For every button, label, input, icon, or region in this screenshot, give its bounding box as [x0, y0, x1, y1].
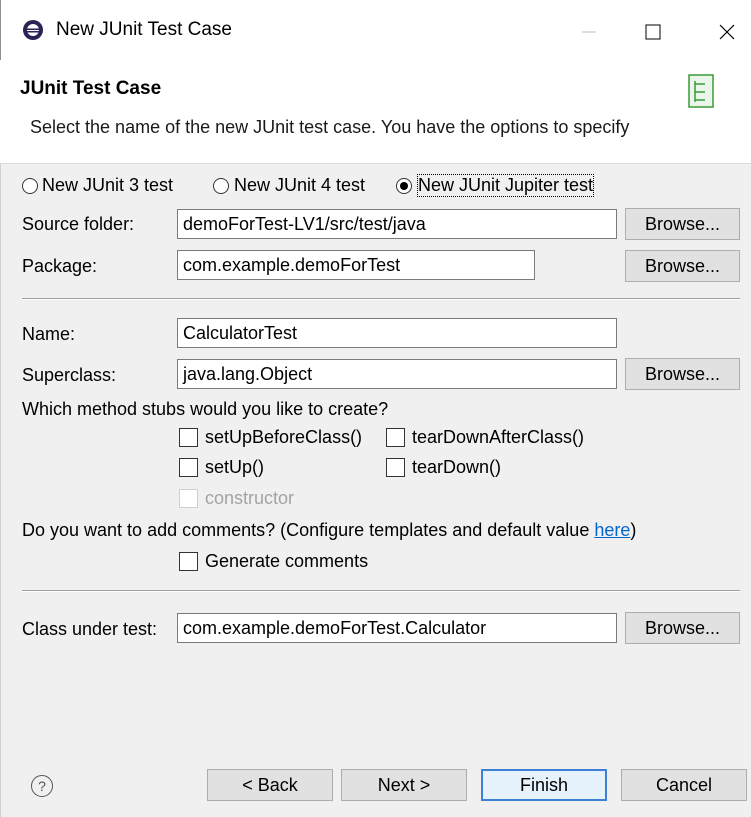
- class-under-test-browse-button[interactable]: Browse...: [625, 612, 740, 644]
- source-folder-browse-button[interactable]: Browse...: [625, 208, 740, 240]
- close-icon: [719, 24, 735, 40]
- cancel-button[interactable]: Cancel: [621, 769, 747, 801]
- finish-button[interactable]: Finish: [481, 769, 607, 801]
- setup-before-class-checkbox[interactable]: [179, 428, 198, 447]
- radio-junit3-label[interactable]: New JUnit 3 test: [42, 175, 173, 196]
- class-under-test-field[interactable]: com.example.demoForTest.Calculator: [177, 613, 617, 643]
- close-button[interactable]: [705, 14, 749, 50]
- window-title: New JUnit Test Case: [56, 19, 232, 40]
- superclass-browse-button[interactable]: Browse...: [625, 358, 740, 390]
- radio-junit-jupiter[interactable]: [396, 178, 412, 194]
- package-label: Package:: [22, 256, 98, 276]
- superclass-field[interactable]: java.lang.Object: [177, 359, 617, 389]
- package-browse-button[interactable]: Browse...: [625, 250, 740, 282]
- teardown-label[interactable]: tearDown(): [412, 457, 501, 478]
- constructor-checkbox: [179, 489, 198, 508]
- teardown-checkbox[interactable]: [386, 458, 405, 477]
- wizard-header: [0, 60, 751, 163]
- comments-question: Do you want to add comments? (Configure …: [22, 520, 636, 541]
- page-description: Select the name of the new JUnit test ca…: [30, 117, 630, 137]
- setup-checkbox[interactable]: [179, 458, 198, 477]
- setup-label[interactable]: setUp(): [205, 457, 264, 478]
- setup-before-class-label[interactable]: setUpBeforeClass(): [205, 427, 362, 448]
- minimize-icon: [582, 31, 596, 33]
- generate-comments-label[interactable]: Generate comments: [205, 551, 368, 572]
- separator: [22, 590, 740, 592]
- teardown-after-class-checkbox[interactable]: [386, 428, 405, 447]
- radio-junit-jupiter-label[interactable]: New JUnit Jupiter test: [416, 174, 595, 197]
- comments-question-end: ): [630, 520, 637, 540]
- help-icon[interactable]: ?: [31, 775, 53, 797]
- back-button[interactable]: < Back: [207, 769, 333, 801]
- source-folder-field[interactable]: demoForTest-LV1/src/test/java: [177, 209, 617, 239]
- maximize-icon: [645, 24, 661, 40]
- source-folder-label: Source folder:: [22, 214, 135, 234]
- generate-comments-checkbox[interactable]: [179, 552, 198, 571]
- wizard-banner-icon: [688, 74, 714, 108]
- configure-templates-link[interactable]: here: [594, 520, 630, 540]
- method-stubs-question: Which method stubs would you like to cre…: [22, 399, 389, 419]
- radio-junit4-label[interactable]: New JUnit 4 test: [234, 175, 365, 196]
- superclass-label: Superclass:: [22, 365, 117, 385]
- package-field[interactable]: com.example.demoForTest: [177, 250, 535, 280]
- constructor-label: constructor: [205, 488, 295, 508]
- name-label: Name:: [22, 324, 76, 344]
- eclipse-icon: [23, 20, 43, 40]
- radio-junit4[interactable]: [213, 178, 229, 194]
- next-button[interactable]: Next >: [341, 769, 467, 801]
- class-under-test-label: Class under test:: [22, 619, 158, 639]
- comments-question-text: Do you want to add comments? (Configure …: [22, 520, 590, 540]
- teardown-after-class-label[interactable]: tearDownAfterClass(): [412, 427, 584, 448]
- separator: [22, 298, 740, 300]
- name-field[interactable]: CalculatorTest: [177, 318, 617, 348]
- radio-junit3[interactable]: [22, 178, 38, 194]
- page-title: JUnit Test Case: [20, 78, 162, 99]
- minimize-button[interactable]: [567, 14, 611, 50]
- maximize-button[interactable]: [631, 14, 675, 50]
